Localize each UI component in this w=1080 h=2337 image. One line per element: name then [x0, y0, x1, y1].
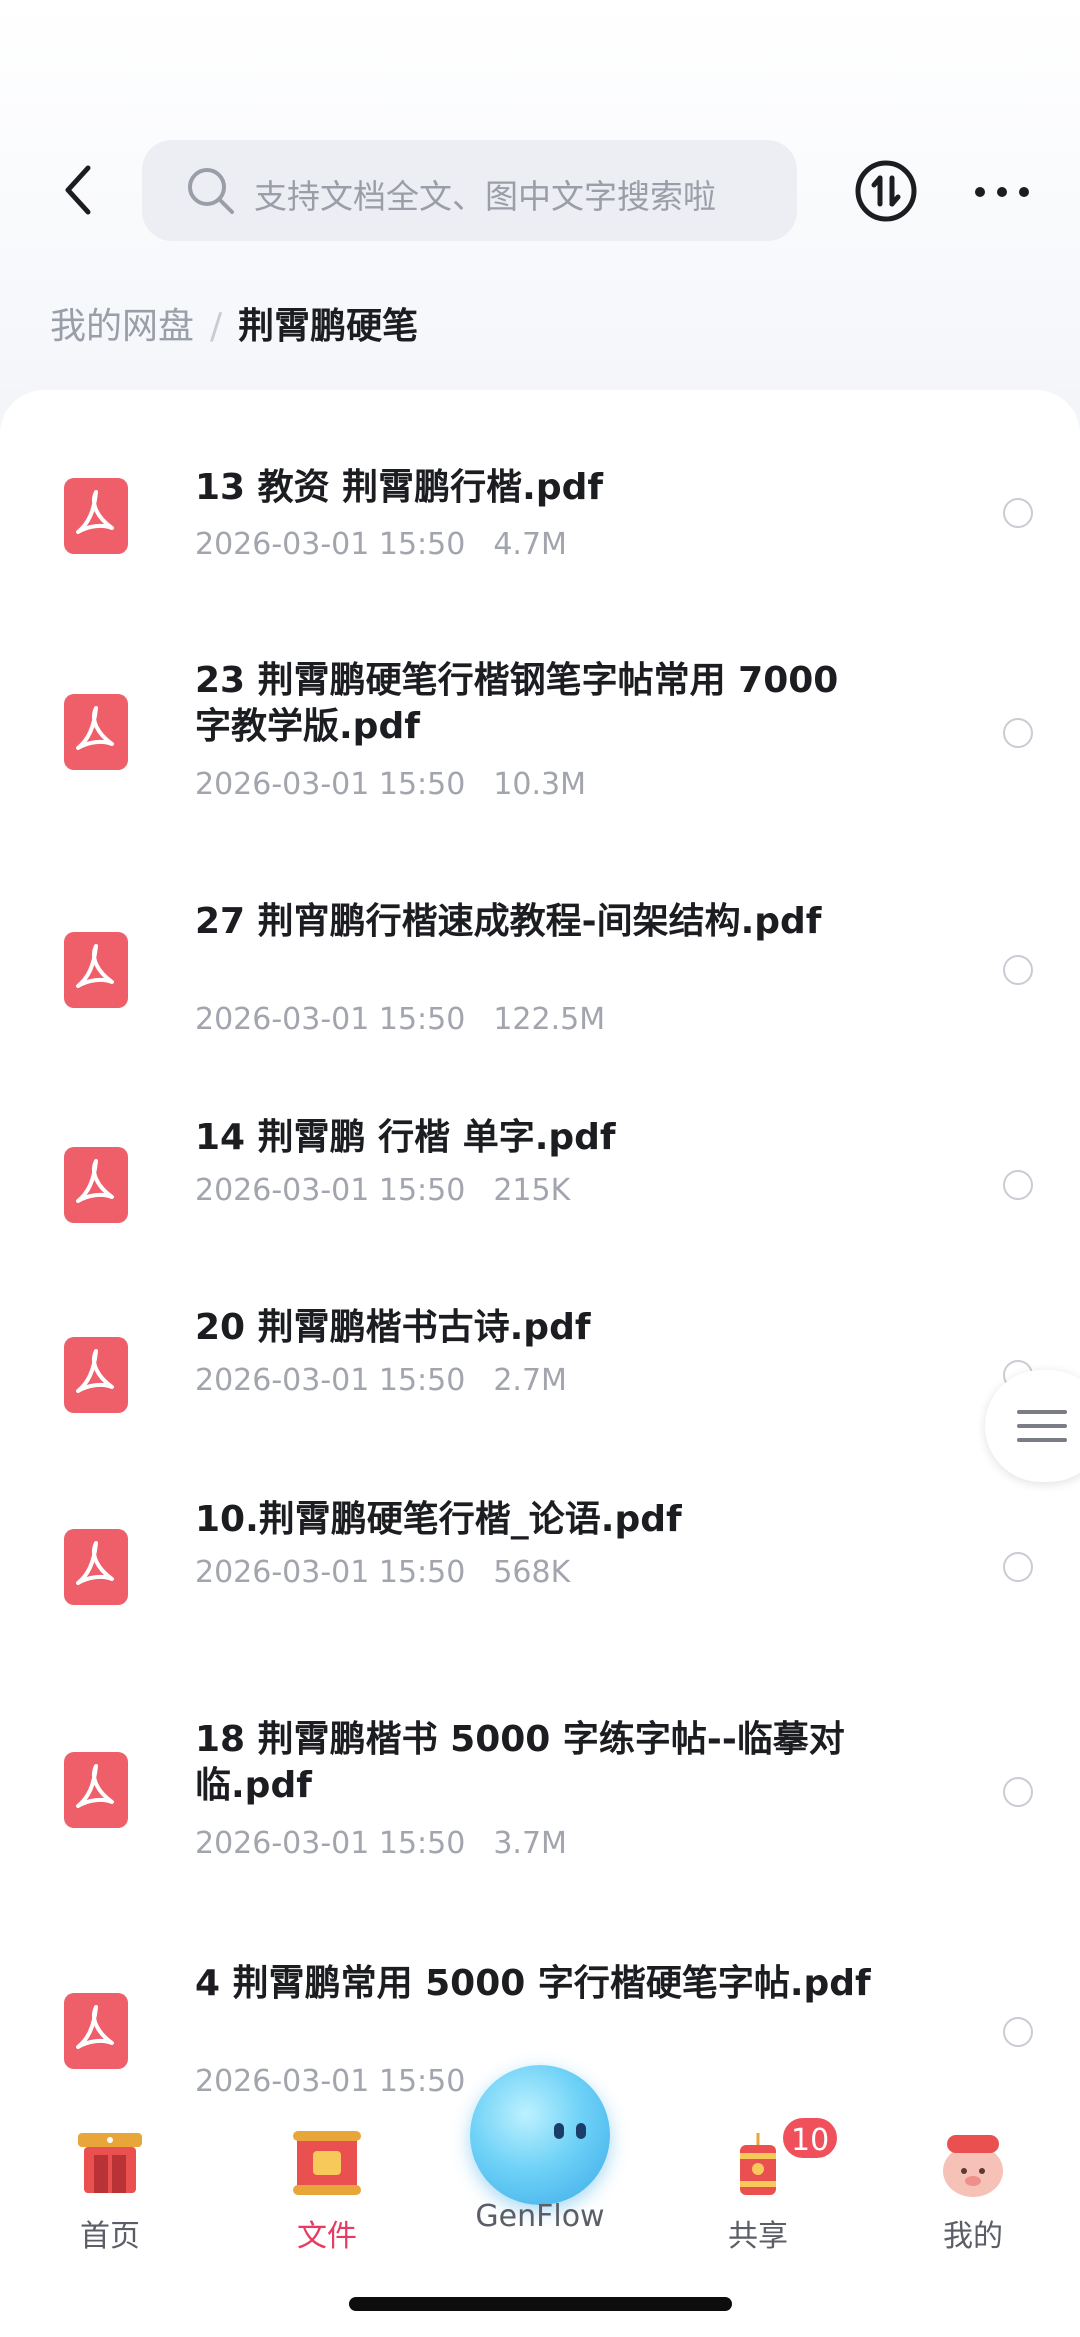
file-row[interactable]: 27 荆宵鹏行楷速成教程-间架结构.pdf 2026-03-01 15:50 12…: [0, 901, 1080, 1075]
file-size: 568K: [493, 1555, 571, 1590]
search-placeholder: 支持文档全文、图中文字搜索啦: [254, 177, 716, 216]
file-date: 2026-03-01 15:50: [195, 1363, 466, 1398]
file-date: 2026-03-01 15:50: [195, 1173, 466, 1208]
pdf-file-icon: [64, 1147, 128, 1223]
select-radio[interactable]: [1003, 1170, 1033, 1200]
share-badge: 10: [780, 2115, 841, 2161]
pdf-file-icon: [64, 1993, 128, 2069]
file-meta: 2026-03-01 15:50: [195, 2064, 493, 2099]
pdf-file-icon: [64, 694, 128, 770]
genflow-eye: [576, 2123, 586, 2139]
tab-mine-label: 我的: [943, 2219, 1003, 2254]
tab-mine[interactable]: 我的: [903, 2123, 1043, 2255]
file-size: 215K: [493, 1173, 571, 1208]
file-size: 4.7M: [493, 527, 567, 562]
file-row[interactable]: 18 荆霄鹏楷书 5000 字练字帖--临摹对临.pdf 2026-03-01 …: [0, 1710, 1080, 1910]
file-date: 2026-03-01 15:50: [195, 767, 466, 802]
select-radio[interactable]: [1003, 955, 1033, 985]
file-name: 18 荆霄鹏楷书 5000 字练字帖--临摹对临.pdf: [195, 1719, 845, 1806]
select-radio[interactable]: [1003, 718, 1033, 748]
genflow-eye: [554, 2123, 564, 2139]
tab-home[interactable]: 首页: [40, 2123, 180, 2255]
more-dots-icon[interactable]: [972, 172, 1032, 212]
select-radio[interactable]: [1003, 1777, 1033, 1807]
chevron-left-icon[interactable]: [52, 160, 112, 220]
file-name: 23 荆霄鹏硬笔行楷钢笔字帖常用 7000 字教学版.pdf: [195, 660, 839, 747]
tab-share-label: 共享: [728, 2219, 788, 2254]
file-name: 13 教资 荆霄鹏行楷.pdf: [195, 467, 604, 508]
file-meta: 2026-03-01 15:50 10.3M: [195, 767, 586, 802]
tab-genflow-label[interactable]: GenFlow: [440, 2199, 640, 2234]
file-name: 27 荆宵鹏行楷速成教程-间架结构.pdf: [195, 901, 822, 942]
file-date: 2026-03-01 15:50: [195, 2064, 466, 2099]
home-indicator: [349, 2297, 732, 2311]
file-date: 2026-03-01 15:50: [195, 1826, 466, 1861]
select-radio[interactable]: [1003, 1552, 1033, 1582]
file-list: 13 教资 荆霄鹏行楷.pdf 2026-03-01 15:50 4.7M 23 …: [0, 390, 1080, 2337]
pdf-file-icon: [64, 1529, 128, 1605]
file-meta: 2026-03-01 15:50 215K: [195, 1173, 570, 1208]
pdf-file-icon: [64, 1337, 128, 1413]
file-row[interactable]: 23 荆霄鹏硬笔行楷钢笔字帖常用 7000 字教学版.pdf 2026-03-0…: [0, 650, 1080, 850]
files-scroll-icon: [293, 2131, 361, 2195]
file-meta: 2026-03-01 15:50 2.7M: [195, 1363, 567, 1398]
file-size: 2.7M: [493, 1363, 567, 1398]
file-meta: 2026-03-01 15:50 122.5M: [195, 1002, 605, 1037]
file-row[interactable]: 10.荆霄鹏硬笔行楷_论语.pdf 2026-03-01 15:50 568K: [0, 1499, 1080, 1672]
genflow-orb-icon[interactable]: [470, 2065, 610, 2205]
breadcrumb: 我的网盘 / 荆霄鹏硬笔: [50, 297, 418, 349]
file-meta: 2026-03-01 15:50 3.7M: [195, 1826, 567, 1861]
menu-lines-icon: [1017, 1410, 1067, 1442]
home-gate-icon: [78, 2133, 142, 2193]
pdf-file-icon: [64, 1752, 128, 1828]
mine-avatar-icon: [943, 2135, 1003, 2197]
file-row[interactable]: 14 荆霄鹏 行楷 单字.pdf 2026-03-01 15:50 215K: [0, 1117, 1080, 1290]
file-name: 20 荆霄鹏楷书古诗.pdf: [195, 1307, 591, 1348]
file-size: 10.3M: [493, 767, 587, 802]
search-icon: [188, 168, 234, 214]
search-input[interactable]: 支持文档全文、图中文字搜索啦: [142, 140, 797, 241]
tab-home-label: 首页: [80, 2219, 140, 2254]
tab-files[interactable]: 文件: [257, 2123, 397, 2255]
file-meta: 2026-03-01 15:50 568K: [195, 1555, 570, 1590]
file-row[interactable]: 20 荆霄鹏楷书古诗.pdf 2026-03-01 15:50 2.7M: [0, 1307, 1080, 1480]
pdf-file-icon: [64, 932, 128, 1008]
file-row[interactable]: 13 教资 荆霄鹏行楷.pdf 2026-03-01 15:50 4.7M: [0, 390, 1080, 580]
file-size: 3.7M: [493, 1826, 567, 1861]
tab-files-label: 文件: [297, 2219, 357, 2254]
file-name: 14 荆霄鹏 行楷 单字.pdf: [195, 1117, 616, 1158]
file-date: 2026-03-01 15:50: [195, 1555, 466, 1590]
select-radio[interactable]: [1003, 2017, 1033, 2047]
breadcrumb-current: 荆霄鹏硬笔: [238, 306, 419, 347]
sort-icon[interactable]: [853, 158, 919, 224]
file-date: 2026-03-01 15:50: [195, 527, 466, 562]
select-radio[interactable]: [1003, 498, 1033, 528]
breadcrumb-separator: /: [210, 306, 223, 347]
file-meta: 2026-03-01 15:50 4.7M: [195, 527, 567, 562]
pdf-file-icon: [64, 478, 128, 554]
file-date: 2026-03-01 15:50: [195, 1002, 466, 1037]
breadcrumb-root[interactable]: 我的网盘: [50, 306, 194, 347]
file-size: 122.5M: [493, 1002, 606, 1037]
file-name: 4 荆霄鹏常用 5000 字行楷硬笔字帖.pdf: [195, 1963, 871, 2004]
file-name: 10.荆霄鹏硬笔行楷_论语.pdf: [195, 1499, 682, 1540]
